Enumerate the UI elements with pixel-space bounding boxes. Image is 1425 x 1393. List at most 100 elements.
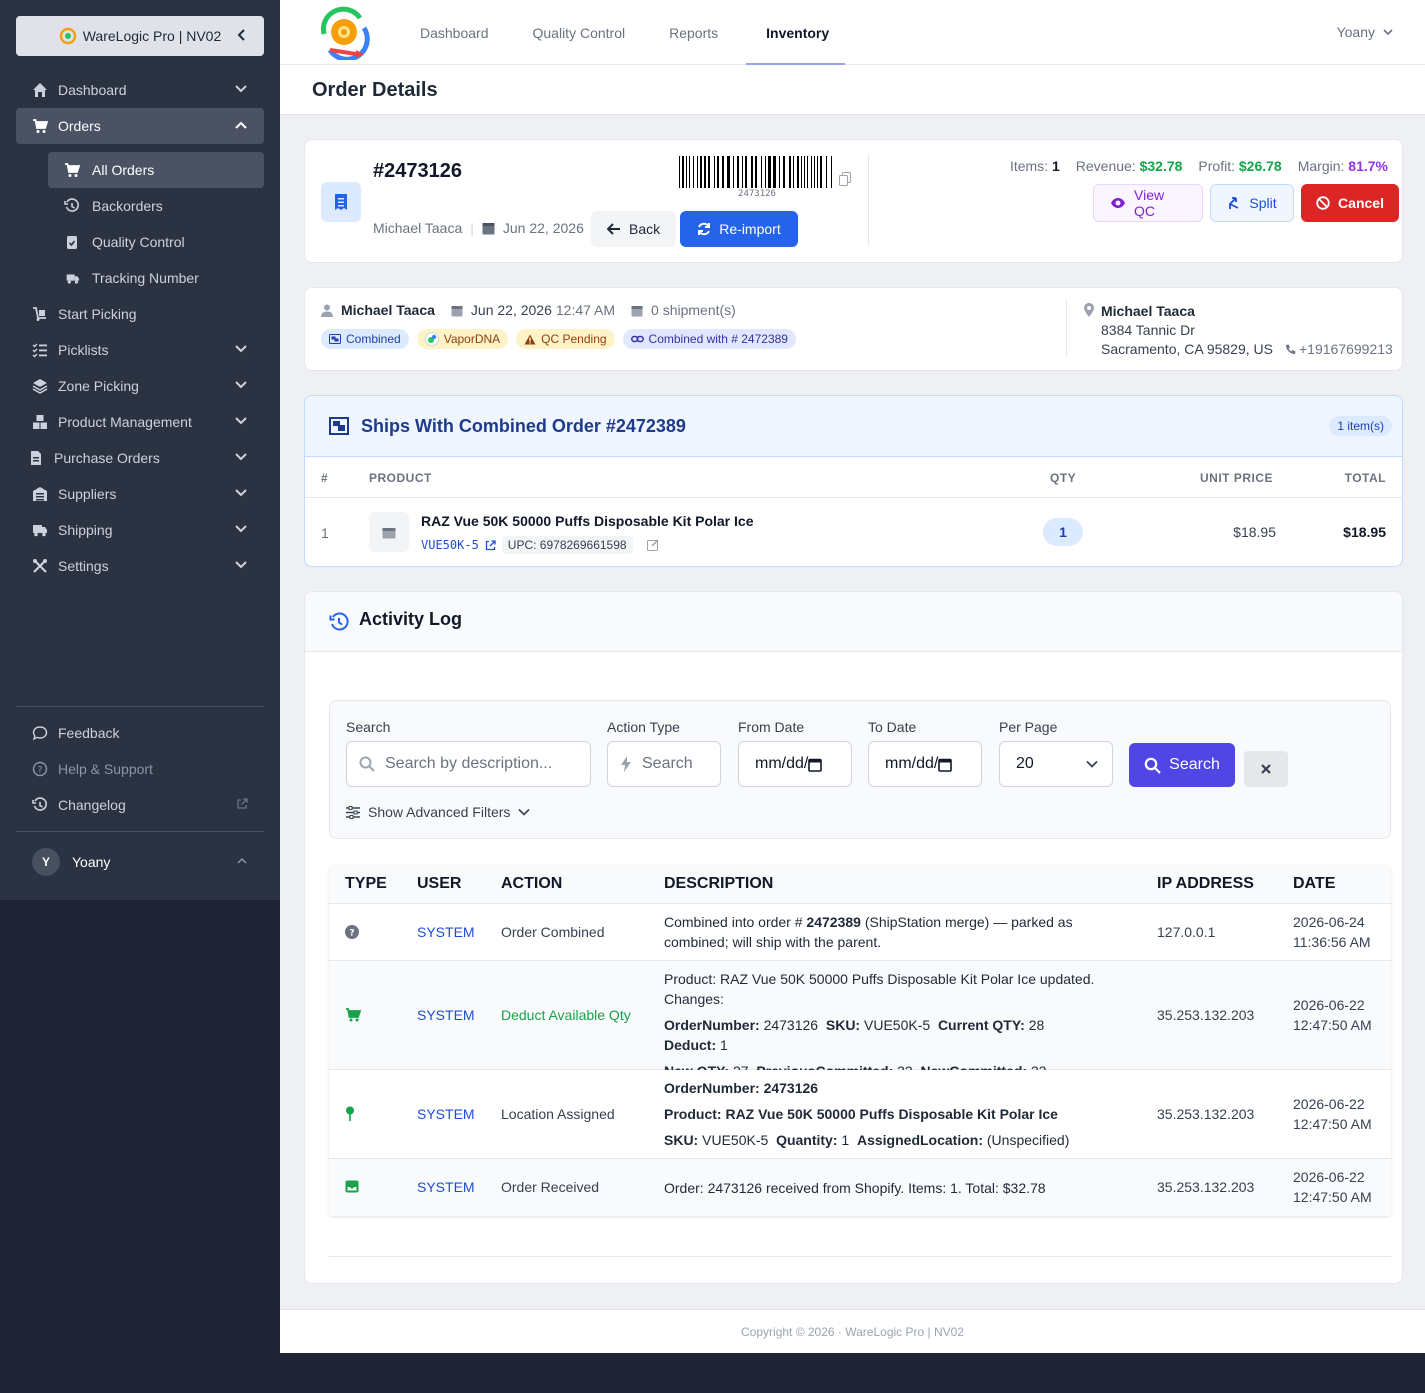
log-date: 2026-06-22 12:47:50 AM [1293, 995, 1372, 1035]
meta-divider: | [470, 220, 474, 236]
sidebar-item-start-picking[interactable]: Start Picking [16, 296, 264, 332]
sidebar-user-menu[interactable]: Y Yoany [16, 844, 264, 880]
log-date-time: 12:47:50 AM [1293, 1116, 1372, 1132]
stat-margin: Margin: 81.7% [1298, 158, 1388, 174]
calendar-icon[interactable] [938, 757, 953, 772]
barcode-bar [783, 156, 785, 188]
chevron-left-icon[interactable] [236, 28, 248, 42]
log-user[interactable]: SYSTEM [417, 924, 475, 940]
cart-plus-icon [64, 162, 80, 178]
close-icon [1260, 763, 1272, 775]
barcode-bar [773, 156, 776, 188]
sidebar-subitem-all-orders[interactable]: All Orders [48, 152, 264, 188]
sidebar-item-shipping[interactable]: Shipping [16, 512, 264, 548]
sidebar-bottom-links: Feedback ? Help & Support Changelog [16, 715, 264, 823]
sidebar-item-purchase-orders[interactable]: Purchase Orders [16, 440, 264, 476]
reimport-button-label: Re-import [719, 221, 781, 237]
barcode-bar [682, 156, 684, 188]
sidebar-subitem-backorders[interactable]: Backorders [48, 188, 264, 224]
tab-quality-control[interactable]: Quality Control [505, 0, 642, 65]
search-input[interactable]: Search by description... [346, 741, 591, 787]
sidebar-divider [16, 706, 264, 707]
sidebar-subitem-tracking-number[interactable]: Tracking Number [48, 260, 264, 296]
tab-dashboard[interactable]: Dashboard [404, 0, 505, 65]
barcode-bar [789, 156, 791, 188]
sidebar-subitem-quality-control[interactable]: Quality Control [48, 224, 264, 260]
to-date-label: To Date [868, 719, 917, 735]
address-divider [1066, 300, 1067, 358]
barcode-bar [811, 156, 812, 188]
from-date-value: mm/dd/ [755, 755, 809, 772]
sidebar-item-product-management[interactable]: Product Management [16, 404, 264, 440]
per-page-select[interactable]: 20 [999, 741, 1113, 787]
product-sku-link[interactable]: VUE50K-5 [421, 538, 479, 552]
search-button[interactable]: Search [1129, 743, 1235, 787]
log-user[interactable]: SYSTEM [417, 1106, 475, 1122]
clear-filters-button[interactable] [1244, 751, 1288, 787]
advanced-filters-toggle[interactable]: Show Advanced Filters [346, 804, 530, 820]
desc-order-ref: 2472389 [806, 914, 861, 930]
col-header-user: USER [417, 875, 462, 892]
copy-icon[interactable] [839, 172, 851, 186]
activity-table-header: TYPE USER ACTION DESCRIPTION IP ADDRESS … [329, 865, 1391, 904]
unit-price: $18.95 [1233, 524, 1276, 540]
order-stats: Items: 1 Revenue: $32.78 Profit: $26.78 … [1010, 158, 1388, 174]
tab-inventory[interactable]: Inventory [734, 0, 846, 65]
stat-profit-label: Profit: [1198, 158, 1235, 174]
log-date: 2026-06-24 11:36:56 AM [1293, 912, 1371, 952]
action-type-input[interactable]: Search [607, 741, 721, 787]
sidebar-item-label: Start Picking [58, 306, 137, 322]
desc-key: Product: [664, 1106, 722, 1122]
status-badge-combined-with[interactable]: Combined with # 2472389 [622, 329, 796, 349]
external-link-icon[interactable] [485, 539, 496, 551]
desc-value: VUE50K-5 [702, 1132, 769, 1148]
view-qc-button[interactable]: View QC [1093, 184, 1203, 222]
back-button[interactable]: Back [591, 211, 677, 247]
calendar-icon[interactable] [808, 757, 823, 772]
chevron-up-icon [236, 857, 248, 865]
desc-value: RAZ Vue 50K 50000 Puffs Disposable Kit P… [725, 1106, 1058, 1122]
barcode-text: 2473126 [738, 189, 776, 199]
desc-key: Current QTY: [937, 1017, 1025, 1033]
desc-text: Combined into order # [664, 914, 807, 930]
top-user-menu[interactable]: Yoany [1337, 24, 1393, 40]
barcode-bar [755, 156, 757, 188]
reimport-button[interactable]: Re-import [680, 211, 798, 247]
sidebar-item-picklists[interactable]: Picklists [16, 332, 264, 368]
sidebar-item-settings[interactable]: Settings [16, 548, 264, 584]
sidebar-item-dashboard[interactable]: Dashboard [16, 72, 264, 108]
log-date: 2026-06-22 12:47:50 AM [1293, 1167, 1372, 1207]
page-header: Order Details [280, 65, 1425, 115]
chevron-down-icon [1383, 28, 1393, 36]
tab-reports[interactable]: Reports [641, 0, 734, 65]
sidebar-item-feedback[interactable]: Feedback [16, 715, 264, 751]
sidebar-item-label: Settings [58, 558, 109, 574]
sidebar-item-orders[interactable]: Orders [16, 108, 264, 144]
barcode-bar [717, 156, 719, 188]
sidebar-item-suppliers[interactable]: Suppliers [16, 476, 264, 512]
order-number: #2473126 [373, 160, 462, 182]
brand-switcher[interactable]: WareLogic Pro | NV02 [16, 16, 264, 56]
footer: Copyright © 2026 · WareLogic Pro | NV02 [280, 1309, 1425, 1353]
cancel-order-button[interactable]: Cancel [1301, 184, 1399, 222]
map-pin-icon [345, 1106, 355, 1122]
split-button[interactable]: Split [1210, 184, 1294, 222]
log-user[interactable]: SYSTEM [417, 1179, 475, 1195]
user-icon [321, 304, 333, 317]
app-logo-icon[interactable] [316, 4, 374, 60]
sidebar-item-changelog[interactable]: Changelog [16, 787, 264, 823]
sidebar-item-zone-picking[interactable]: Zone Picking [16, 368, 264, 404]
to-date-input[interactable]: mm/dd/ [868, 741, 982, 787]
order-date: Jun 22, 2026 [502, 220, 584, 236]
sidebar-item-help-support[interactable]: ? Help & Support [16, 751, 264, 787]
badge-label: VaporDNA [443, 332, 501, 346]
log-user[interactable]: SYSTEM [417, 1007, 475, 1023]
log-action: Order Combined [501, 924, 605, 940]
col-header-date: DATE [1293, 875, 1336, 892]
edit-icon[interactable] [646, 539, 659, 551]
sidebar: WareLogic Pro | NV02 Dashboard Orders Al… [0, 0, 280, 900]
product-identifiers: VUE50K-5 UPC: 6978269661598 [421, 536, 659, 554]
ship-to-name: Michael Taaca [1101, 303, 1195, 319]
from-date-input[interactable]: mm/dd/ [738, 741, 852, 787]
order-meta: Michael Taaca | Jun 22, 2026 [373, 220, 584, 236]
